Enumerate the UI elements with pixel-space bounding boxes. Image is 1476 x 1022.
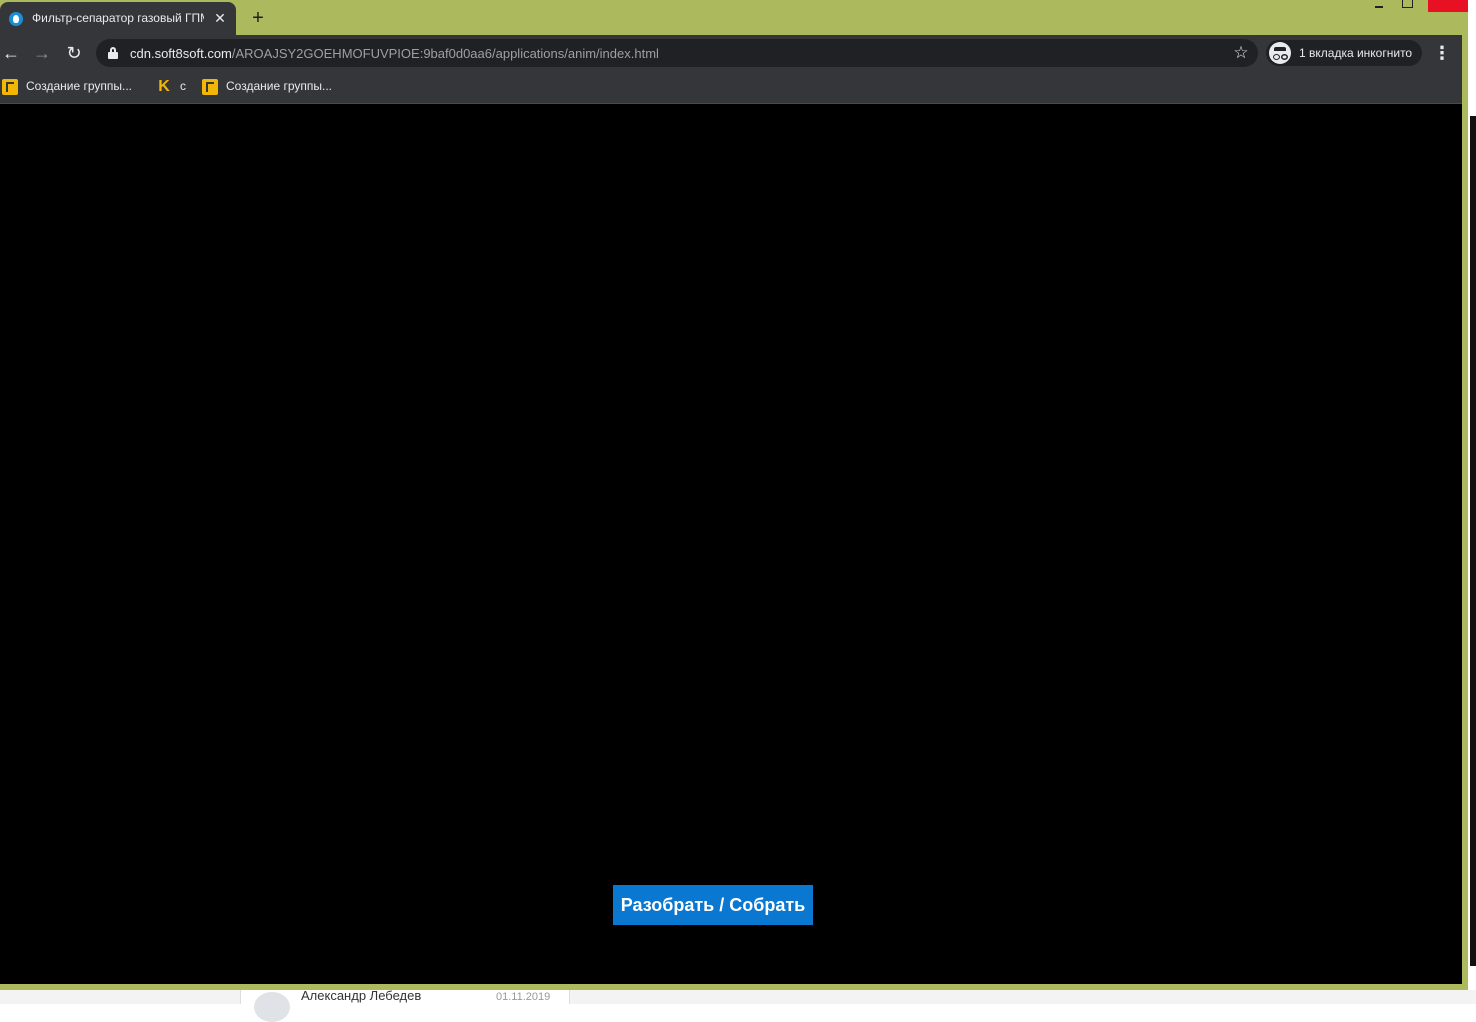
- background-page: [0, 990, 1476, 1004]
- maximize-window-icon[interactable]: [1396, 0, 1418, 12]
- bookmark-label: с: [180, 79, 186, 93]
- bookmarks-bar: Создание группы... K с Создание группы..…: [0, 71, 1462, 104]
- active-tab[interactable]: Фильтр-сепаратор газовый ГПМ ✕: [0, 2, 236, 35]
- browser-toolbar: ← → ↻ cdn.soft8soft.com/AROAJSY2GOEHMOFU…: [0, 35, 1462, 71]
- url-path: /AROAJSY2GOEHMOFUVPIOE:9baf0d0aa6/applic…: [231, 46, 659, 61]
- new-tab-icon[interactable]: +: [246, 6, 270, 30]
- incognito-icon: [1269, 42, 1291, 64]
- bookmark-star-icon[interactable]: ☆: [1230, 42, 1252, 64]
- k-logo-icon: K: [158, 78, 170, 95]
- web-app-canvas[interactable]: Разобрать / Собрать: [0, 104, 1462, 984]
- tab-title: Фильтр-сепаратор газовый ГПМ: [32, 11, 204, 25]
- avatar: [254, 992, 290, 1022]
- yellow-bookmark-icon: [202, 79, 218, 95]
- tab-favicon-icon: [9, 12, 23, 26]
- comment-author: Александр Лебедев: [301, 988, 422, 1003]
- bookmark-label: Создание группы...: [26, 79, 132, 93]
- comment-date: 01.11.2019: [496, 991, 551, 1003]
- bookmark-label: Создание группы...: [226, 79, 332, 93]
- url-text[interactable]: cdn.soft8soft.com/AROAJSY2GOEHMOFUVPIOE:…: [130, 46, 659, 61]
- bookmark-item[interactable]: Создание группы...: [202, 77, 342, 97]
- lock-icon[interactable]: [108, 47, 118, 59]
- tab-strip: Фильтр-сепаратор газовый ГПМ ✕ +: [0, 0, 1468, 35]
- minimize-window-icon[interactable]: [1368, 0, 1390, 12]
- browser-menu-icon[interactable]: ⋮: [1430, 40, 1454, 66]
- background-window-edge-dark: [1470, 116, 1476, 966]
- close-window-icon[interactable]: [1428, 0, 1468, 12]
- incognito-badge[interactable]: 1 вкладка инкогнито: [1266, 40, 1422, 66]
- address-bar[interactable]: cdn.soft8soft.com/AROAJSY2GOEHMOFUVPIOE:…: [96, 39, 1258, 67]
- tab-close-icon[interactable]: ✕: [212, 10, 228, 26]
- back-arrow-icon[interactable]: ←: [0, 40, 24, 66]
- yellow-bookmark-icon: [2, 79, 18, 95]
- forward-arrow-icon[interactable]: →: [29, 40, 55, 66]
- url-host: cdn.soft8soft.com: [130, 46, 232, 61]
- bookmark-item[interactable]: Создание группы...: [2, 77, 142, 97]
- reload-icon[interactable]: ↻: [61, 40, 87, 66]
- bookmark-item[interactable]: K с: [156, 77, 192, 97]
- incognito-label: 1 вкладка инкогнито: [1299, 46, 1413, 60]
- disassemble-assemble-button[interactable]: Разобрать / Собрать: [613, 885, 813, 925]
- browser-window: Фильтр-сепаратор газовый ГПМ ✕ + ← → ↻ c…: [0, 0, 1468, 990]
